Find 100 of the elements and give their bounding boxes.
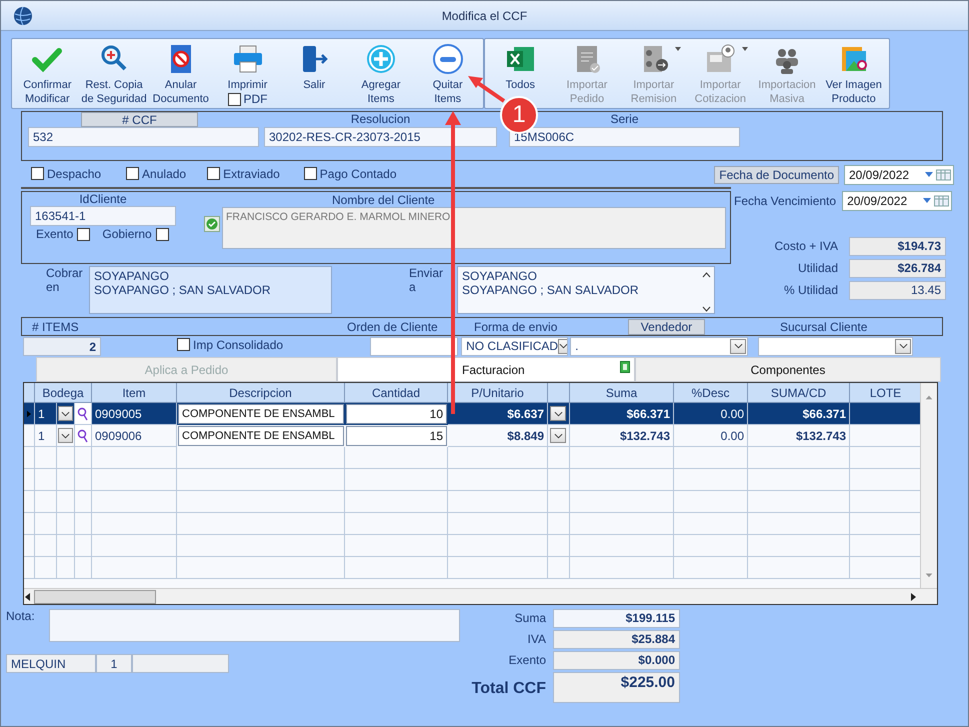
- field-label: Forma de envio: [474, 320, 558, 334]
- input-field[interactable]: 163541-1: [30, 206, 176, 226]
- plus-icon: [364, 43, 397, 75]
- checkbox[interactable]: Anulado: [126, 166, 186, 181]
- field-label: Costo + IVA: [774, 238, 838, 255]
- search-icon[interactable]: [77, 406, 88, 420]
- checkbox[interactable]: Gobierno: [102, 227, 169, 241]
- checkbox[interactable]: Pago Contado: [304, 166, 397, 181]
- field-label: Orden de Cliente: [347, 320, 439, 334]
- input-field[interactable]: COMPONENTE DE ENSAMBL: [178, 426, 344, 446]
- toolbar-button[interactable]: Confirmar Modificar: [14, 39, 81, 106]
- table-cell: 0909006: [92, 425, 177, 447]
- document-icon: [620, 361, 630, 373]
- checkbox[interactable]: PDF: [228, 92, 268, 106]
- column-header: Item: [92, 383, 177, 403]
- caret-icon[interactable]: [909, 592, 917, 602]
- toolbar-button[interactable]: Todos: [487, 39, 554, 92]
- chevron-icon: [61, 410, 70, 416]
- column-header: Bodega: [35, 383, 92, 403]
- scroll-thumb[interactable]: [34, 590, 156, 604]
- dropdown-button[interactable]: [895, 338, 912, 354]
- table-row[interactable]: 1 0909005 COMPONENTE DE ENSAMBL 10 $6.637 $66.371 0.00 $66.371: [24, 403, 920, 425]
- toolbar-button[interactable]: Anular Documento: [147, 39, 214, 106]
- input-field[interactable]: 15MS006C: [509, 127, 740, 147]
- table-cell: [24, 425, 35, 447]
- chevron-icon: [559, 343, 568, 349]
- column-header: %Desc: [674, 383, 748, 403]
- field-label: % Utilidad: [782, 282, 838, 299]
- chevron-icon: [898, 343, 908, 349]
- info-field: MELQUIN: [6, 654, 96, 673]
- search-icon[interactable]: [77, 428, 88, 442]
- table-cell: $66.371: [570, 403, 674, 425]
- field-label: Resolucion: [350, 112, 410, 127]
- field-label: Suma: [514, 610, 546, 627]
- scrollbar[interactable]: [920, 383, 937, 588]
- checkbox[interactable]: Exento: [36, 227, 90, 241]
- dropdown-button[interactable]: [58, 406, 73, 421]
- window-title: Modifica el CCF: [442, 8, 528, 22]
- input-field[interactable]: [370, 336, 458, 356]
- input-field[interactable]: 10: [346, 404, 447, 424]
- input-field[interactable]: 532: [28, 127, 259, 147]
- value-field: $0.000: [553, 651, 680, 670]
- field-label: IVA: [526, 631, 546, 648]
- checkbox[interactable]: Extraviado: [207, 166, 280, 181]
- dropdown-button[interactable]: [558, 338, 568, 354]
- toolbar-button[interactable]: Imprimir PDF: [214, 39, 281, 106]
- field-label: # ITEMS: [31, 320, 80, 334]
- toolbar-button[interactable]: Agregar Items: [348, 39, 414, 106]
- toolbar-button[interactable]: Ver Imagen Producto: [820, 39, 888, 106]
- dropdown-button[interactable]: [550, 428, 566, 443]
- column-header: P/Unitario: [448, 383, 548, 403]
- scrollbar[interactable]: [24, 588, 937, 604]
- dropdown-button[interactable]: [58, 428, 73, 443]
- table-cell: $132.743: [570, 425, 674, 447]
- toolbar-button[interactable]: Salir: [280, 39, 348, 92]
- address-field[interactable]: SOYAPANGO SOYAPANGO ; SAN SALVADOR: [89, 266, 332, 314]
- table-cell: 0.00: [674, 425, 748, 447]
- field-label: # CCF: [81, 112, 198, 127]
- field-label: IdCliente: [78, 192, 128, 206]
- field-label: Serie: [610, 112, 638, 127]
- total-label: Total CCF: [470, 679, 546, 699]
- annotation-arrow: [468, 76, 506, 103]
- caret-icon[interactable]: [24, 592, 32, 602]
- table-cell: $132.743: [748, 425, 850, 447]
- checkbox[interactable]: Despacho: [31, 166, 102, 181]
- value-field: $26.784: [849, 259, 946, 278]
- value-field: $199.115: [553, 609, 680, 628]
- field-label: Sucursal Cliente: [779, 320, 868, 334]
- table-cell: 0.00: [674, 403, 748, 425]
- table-cell: 1: [35, 425, 57, 447]
- input-field[interactable]: 30202-RES-CR-23073-2015: [264, 127, 497, 147]
- input-field[interactable]: 15: [346, 426, 447, 446]
- dropdown-button[interactable]: [730, 338, 746, 354]
- field-label: Nota:: [6, 609, 35, 625]
- toolbar-button[interactable]: Rest. Copia de Seguridad: [80, 39, 148, 106]
- table-row[interactable]: 1 0909006 COMPONENTE DE ENSAMBL 15 $8.849 $132.743 0.00 $132.743: [24, 425, 920, 447]
- chevron-icon: [554, 410, 562, 416]
- globe-icon: [13, 6, 33, 26]
- field-label: Fecha Vencimiento: [734, 194, 836, 208]
- dropdown[interactable]: .: [570, 336, 748, 356]
- input-field[interactable]: COMPONENTE DE ENSAMBL: [178, 404, 344, 424]
- table-cell: $66.371: [748, 403, 850, 425]
- tab[interactable]: Facturacion: [337, 357, 635, 382]
- field-label: Nombre del Cliente: [332, 193, 435, 207]
- input-field[interactable]: FRANCISCO GERARDO E. MARMOL MINERO: [222, 207, 726, 249]
- dropdown[interactable]: NO CLASIFICAD: [461, 336, 568, 356]
- field-label: Exento: [508, 652, 546, 669]
- dropdown-button[interactable]: [550, 406, 566, 421]
- table-cell: 0909005: [92, 403, 177, 425]
- table-cell: $8.849: [448, 425, 548, 447]
- count-field: 2: [23, 336, 101, 356]
- tab[interactable]: Componentes: [635, 357, 941, 382]
- checkbox[interactable]: Imp Consolidado: [177, 338, 284, 352]
- column-header: SUMA/CD: [748, 383, 850, 403]
- address-field[interactable]: SOYAPANGO SOYAPANGO ; SAN SALVADOR: [457, 266, 715, 314]
- table-cell: 1: [35, 403, 57, 425]
- total-field: $225.00: [553, 672, 680, 703]
- input-field[interactable]: [48, 609, 460, 642]
- toolbar-button[interactable]: Quitar Items: [414, 39, 482, 106]
- chevron-icon: [61, 432, 70, 438]
